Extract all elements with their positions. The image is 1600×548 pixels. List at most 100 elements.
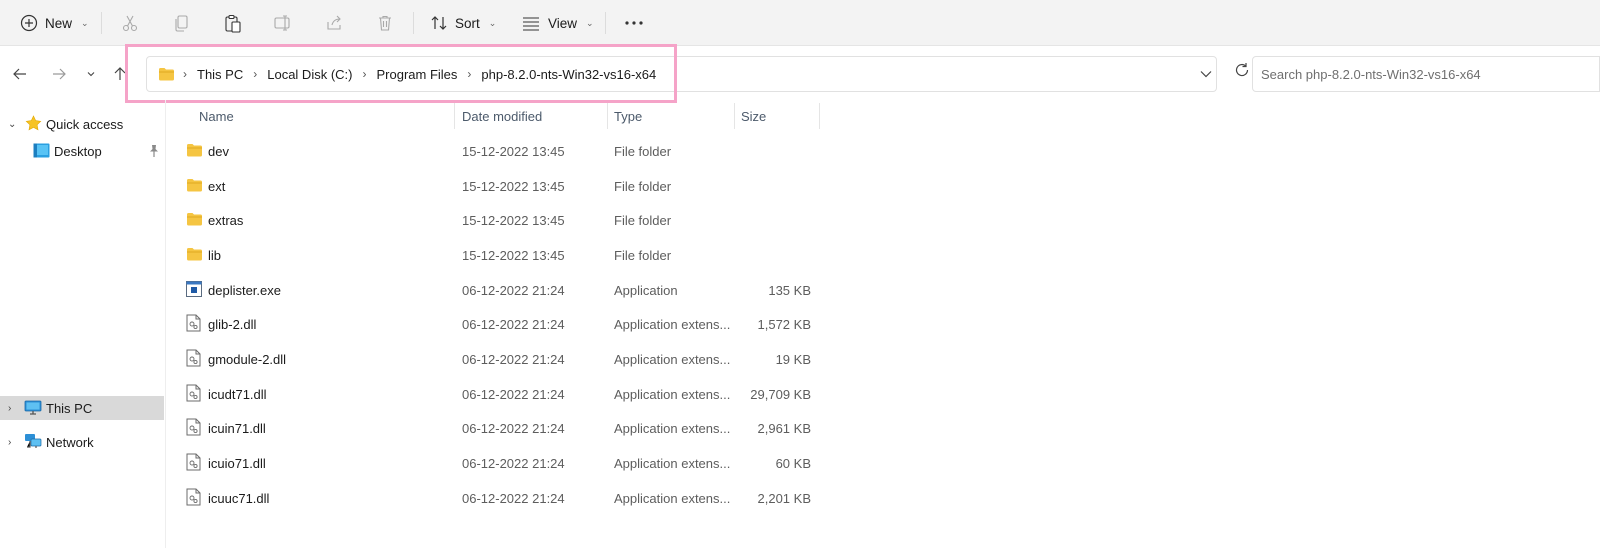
sidebar-item-network[interactable]: › Network: [0, 430, 164, 454]
address-bar[interactable]: › This PC › Local Disk (C:) › Program Fi…: [146, 56, 1217, 92]
refresh-button[interactable]: [1234, 62, 1250, 81]
sidebar-item-desktop[interactable]: Desktop: [0, 139, 164, 163]
chevron-right-icon: ›: [467, 67, 472, 81]
new-button[interactable]: New ⌄: [20, 8, 89, 38]
file-name: icudt71.dll: [208, 386, 267, 402]
file-name: icuio71.dll: [208, 455, 266, 471]
delete-button[interactable]: [376, 8, 394, 38]
chevron-down-icon: [1200, 71, 1212, 78]
file-date: 06-12-2022 21:24: [462, 386, 565, 402]
search-input[interactable]: [1252, 56, 1600, 92]
sidebar-item-quick-access[interactable]: ⌄ Quick access: [0, 112, 164, 136]
file-size: 2,201 KB: [757, 490, 812, 506]
cut-button[interactable]: [121, 8, 139, 38]
chevron-right-icon: ›: [183, 67, 187, 81]
dll-file-icon: [186, 488, 201, 506]
up-button[interactable]: [108, 62, 132, 86]
arrow-right-icon: [53, 68, 66, 80]
rename-button[interactable]: [273, 8, 293, 38]
column-divider[interactable]: [734, 103, 735, 129]
column-header-size[interactable]: Size: [741, 103, 766, 129]
sidebar-item-label: This PC: [46, 400, 93, 416]
sort-icon: [431, 16, 447, 30]
folder-icon: [187, 248, 202, 261]
file-type: Application extens...: [614, 455, 731, 471]
file-row[interactable]: dev 15-12-2022 13:45 File folder: [166, 134, 826, 168]
file-row[interactable]: ext 15-12-2022 13:45 File folder: [166, 169, 826, 203]
back-button[interactable]: [8, 62, 32, 86]
file-size: [740, 169, 811, 203]
computer-icon: [24, 400, 42, 415]
chevron-right-icon: ›: [362, 67, 367, 81]
breadcrumb-this-pc[interactable]: This PC: [197, 67, 243, 82]
see-more-button[interactable]: [624, 8, 644, 38]
arrow-up-icon: [114, 67, 126, 80]
file-type: Application extens...: [614, 490, 731, 506]
forward-button[interactable]: [47, 62, 71, 86]
trash-icon: [379, 15, 391, 31]
file-size: [740, 238, 811, 272]
breadcrumb-local-disk[interactable]: Local Disk (C:): [267, 67, 352, 82]
file-date: 06-12-2022 21:24: [462, 351, 565, 367]
chevron-right-icon[interactable]: ›: [8, 437, 11, 448]
file-row[interactable]: lib 15-12-2022 13:45 File folder: [166, 238, 826, 272]
file-name: ext: [208, 178, 226, 194]
column-header-date-modified[interactable]: Date modified: [462, 103, 542, 129]
chevron-down-icon[interactable]: ⌄: [8, 119, 16, 130]
toolbar-divider: [605, 12, 606, 34]
star-icon: [25, 115, 42, 131]
column-divider[interactable]: [607, 103, 608, 129]
folder-icon: [187, 144, 202, 157]
sidebar-item-this-pc[interactable]: › This PC: [0, 396, 164, 420]
column-divider[interactable]: [819, 103, 820, 129]
column-header-type[interactable]: Type: [614, 103, 642, 129]
file-row[interactable]: deplister.exe 06-12-2022 21:24 Applicati…: [166, 273, 826, 307]
chevron-down-icon: [87, 72, 95, 77]
file-size: 135 KB: [768, 282, 811, 298]
file-row[interactable]: icuin71.dll 06-12-2022 21:24 Application…: [166, 411, 826, 445]
file-size: 19 KB: [775, 351, 811, 367]
view-button-label: View: [548, 15, 578, 31]
file-row[interactable]: icudt71.dll 06-12-2022 21:24 Application…: [166, 377, 826, 411]
copy-button[interactable]: [173, 8, 191, 38]
chevron-right-icon[interactable]: ›: [8, 403, 11, 414]
address-history-button[interactable]: [1199, 57, 1213, 91]
file-row[interactable]: icuio71.dll 06-12-2022 21:24 Application…: [166, 446, 826, 480]
recent-locations-button[interactable]: [79, 62, 103, 86]
file-name: icuin71.dll: [208, 420, 266, 436]
file-size: [740, 203, 811, 237]
column-header-name[interactable]: Name: [199, 103, 234, 129]
file-type: File folder: [614, 178, 672, 194]
file-type: Application: [614, 282, 678, 298]
paste-button[interactable]: [223, 8, 242, 38]
pin-icon: [150, 145, 158, 157]
sort-button-label: Sort: [455, 15, 480, 31]
file-name: lib: [208, 247, 222, 263]
file-date: 06-12-2022 21:24: [462, 490, 565, 506]
breadcrumb-php-folder[interactable]: php-8.2.0-nts-Win32-vs16-x64: [481, 67, 656, 82]
sidebar-item-label: Quick access: [46, 116, 124, 132]
file-row[interactable]: icuuc71.dll 06-12-2022 21:24 Application…: [166, 481, 826, 515]
file-date: 15-12-2022 13:45: [462, 178, 565, 194]
file-name: glib-2.dll: [208, 316, 257, 332]
toolbar-divider: [101, 12, 102, 34]
file-date: 15-12-2022 13:45: [462, 212, 565, 228]
sort-button[interactable]: Sort ⌄: [430, 8, 496, 38]
chevron-down-icon: ⌄: [488, 17, 497, 28]
column-divider[interactable]: [454, 103, 455, 129]
dll-file-icon: [186, 418, 201, 436]
dll-file-icon: [186, 384, 201, 402]
dll-file-icon: [186, 453, 201, 471]
file-row[interactable]: glib-2.dll 06-12-2022 21:24 Application …: [166, 307, 826, 341]
breadcrumb-program-files[interactable]: Program Files: [376, 67, 457, 82]
navigation-pane: ⌄ Quick access Desktop › This PC › Netwo…: [0, 100, 166, 548]
view-button[interactable]: View ⌄: [521, 8, 594, 38]
chevron-right-icon: ›: [253, 67, 258, 81]
list-view-icon: [523, 17, 539, 31]
refresh-icon: [1235, 63, 1249, 77]
file-row[interactable]: extras 15-12-2022 13:45 File folder: [166, 203, 826, 237]
dll-file-icon: [186, 349, 201, 367]
share-button[interactable]: [325, 8, 343, 38]
file-row[interactable]: gmodule-2.dll 06-12-2022 21:24 Applicati…: [166, 342, 826, 376]
breadcrumb: › This PC › Local Disk (C:) › Program Fi…: [183, 57, 656, 91]
